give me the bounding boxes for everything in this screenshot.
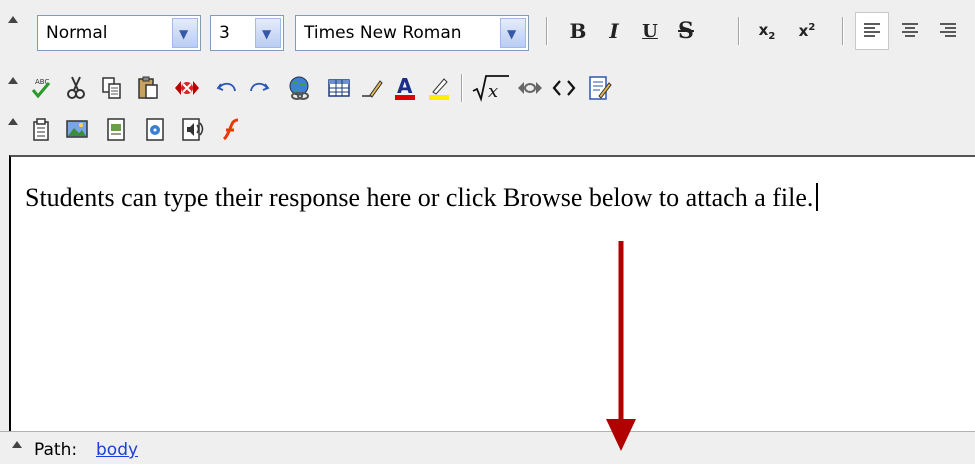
- chevron-down-icon: ▼: [507, 27, 517, 41]
- anchor-arrows-icon: [518, 82, 542, 94]
- insert-file-button[interactable]: [99, 110, 133, 148]
- undo-button[interactable]: [210, 69, 244, 107]
- paste-button[interactable]: [131, 69, 165, 107]
- editor-toolbar: Normal ▼ 3 ▼ Times New Roman ▼ B I U S x…: [0, 0, 975, 155]
- media-document-icon: [146, 118, 164, 141]
- remove-format-button[interactable]: [170, 69, 204, 107]
- collapse-toolbar-row-icon[interactable]: [8, 16, 18, 23]
- format-dropdown-arrow[interactable]: ▼: [172, 18, 198, 48]
- subscript-icon: x2: [758, 20, 776, 42]
- path-body-link[interactable]: body: [96, 440, 138, 460]
- insert-audio-button[interactable]: [177, 110, 211, 148]
- annotation-arrow-down-icon: [606, 241, 636, 451]
- strikethrough-button[interactable]: S: [669, 12, 703, 50]
- align-left-button[interactable]: [855, 12, 889, 50]
- collapse-toolbar-row-icon[interactable]: [8, 77, 18, 84]
- paste-icon: [138, 76, 158, 99]
- italic-icon: I: [609, 19, 619, 43]
- code-brackets-icon: [552, 80, 576, 96]
- html-source-button[interactable]: [547, 69, 581, 107]
- align-center-button[interactable]: [893, 12, 927, 50]
- font-size-dropdown-arrow[interactable]: ▼: [255, 18, 281, 48]
- strikethrough-icon: S: [678, 18, 694, 44]
- equation-editor-button[interactable]: x: [469, 69, 513, 107]
- italic-button[interactable]: I: [597, 12, 631, 50]
- toolbar-row-2: ABC A x: [0, 69, 975, 109]
- collapse-statusbar-icon[interactable]: [12, 441, 22, 448]
- svg-text:x: x: [488, 81, 498, 102]
- svg-text:A: A: [397, 75, 413, 98]
- font-family-dropdown-arrow[interactable]: ▼: [500, 18, 526, 48]
- superscript-icon: x2: [798, 22, 816, 40]
- paste-from-word-button[interactable]: [24, 110, 58, 148]
- image-icon: [66, 120, 88, 138]
- paste-document-icon: [33, 118, 49, 141]
- path-label: Path:: [34, 440, 78, 460]
- file-attachment-icon: [107, 118, 125, 141]
- anchor-button[interactable]: [513, 69, 547, 107]
- spellcheck-button[interactable]: ABC: [24, 69, 58, 107]
- toolbar-separator: [461, 74, 463, 102]
- speaker-icon: [182, 118, 204, 141]
- editor-statusbar: Path: body: [0, 431, 975, 464]
- toolbar-separator: [546, 17, 548, 45]
- chevron-down-icon: ▼: [262, 27, 272, 41]
- chevron-down-icon: ▼: [179, 27, 189, 41]
- underline-button[interactable]: U: [633, 12, 667, 50]
- globe-link-icon: [289, 76, 309, 100]
- cut-icon: [67, 76, 85, 99]
- text-color-icon: A: [395, 75, 415, 100]
- preview-edit-button[interactable]: [583, 69, 617, 107]
- align-center-icon: [902, 23, 918, 37]
- redo-icon: [250, 82, 270, 92]
- insert-link-button[interactable]: [283, 69, 317, 107]
- text-color-button[interactable]: A: [388, 69, 422, 107]
- font-family-select[interactable]: Times New Roman ▼: [295, 15, 529, 51]
- align-left-icon: [864, 23, 880, 37]
- toolbar-row-3: [0, 110, 975, 150]
- highlighter-icon: [429, 78, 449, 100]
- undo-icon: [216, 82, 236, 92]
- text-caret: [816, 183, 819, 211]
- format-select-value: Normal: [46, 23, 108, 43]
- pencil-line-icon: [362, 80, 383, 98]
- collapse-toolbar-row-icon[interactable]: [8, 118, 18, 125]
- insert-image-button[interactable]: [60, 110, 94, 148]
- toolbar-separator: [842, 17, 844, 45]
- document-edit-icon: [589, 76, 612, 100]
- redo-button[interactable]: [242, 69, 276, 107]
- align-right-icon: [940, 23, 956, 37]
- superscript-button[interactable]: x2: [790, 12, 824, 50]
- spellcheck-icon: ABC: [31, 78, 51, 99]
- insert-media-button[interactable]: [138, 110, 172, 148]
- rich-text-editor: Normal ▼ 3 ▼ Times New Roman ▼ B I U S x…: [0, 0, 975, 464]
- copy-icon: [102, 77, 121, 99]
- bold-icon: B: [569, 19, 587, 43]
- flash-icon: [222, 118, 239, 141]
- insert-table-button[interactable]: [322, 69, 356, 107]
- font-family-select-value: Times New Roman: [304, 23, 462, 43]
- align-right-button[interactable]: [933, 12, 963, 50]
- underline-icon: U: [642, 20, 658, 42]
- editor-content-area[interactable]: Students can type their response here or…: [9, 155, 975, 431]
- horizontal-rule-button[interactable]: [355, 69, 389, 107]
- font-size-select-value: 3: [219, 23, 230, 43]
- table-icon: [328, 79, 350, 97]
- copy-button[interactable]: [95, 69, 129, 107]
- subscript-button[interactable]: x2: [750, 12, 784, 50]
- square-root-icon: x: [472, 75, 509, 103]
- toolbar-separator: [738, 17, 740, 45]
- insert-flash-button[interactable]: [213, 110, 247, 148]
- format-select[interactable]: Normal ▼: [37, 15, 201, 51]
- toolbar-row-1: Normal ▼ 3 ▼ Times New Roman ▼ B I U S x…: [0, 12, 975, 52]
- highlight-color-button[interactable]: [422, 69, 456, 107]
- editor-content-text: Students can type their response here or…: [25, 183, 819, 213]
- remove-format-icon: [175, 81, 199, 95]
- cut-button[interactable]: [59, 69, 93, 107]
- bold-button[interactable]: B: [561, 12, 595, 50]
- font-size-select[interactable]: 3 ▼: [210, 15, 284, 51]
